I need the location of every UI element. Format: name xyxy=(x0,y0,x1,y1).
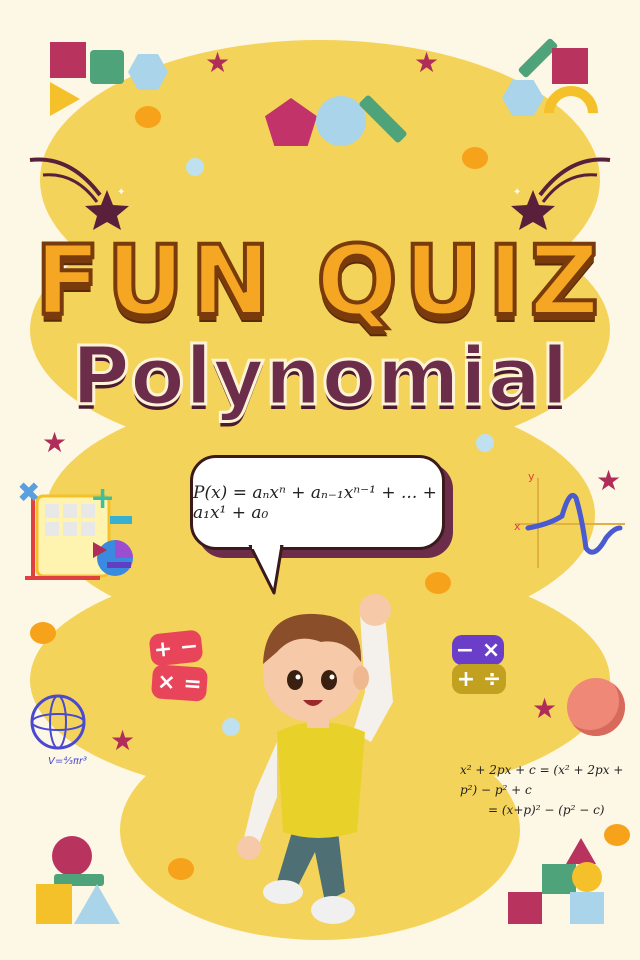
speech-bubble-tail xyxy=(248,545,284,595)
circle-shape-icon xyxy=(30,622,56,644)
star-icon: ★ xyxy=(110,724,136,757)
sphere-icon: V=⁴⁄₃πr³ xyxy=(30,694,87,767)
plus-divide-tile-icon: + ÷ xyxy=(452,664,506,694)
equation-line-2: = (x+p)² − (p² − c) xyxy=(488,803,605,817)
poster: ★ ★ ✦ ✦ FUN QUIZ Polynomial ★ ★ ✖ + y x … xyxy=(0,0,640,960)
shooting-star-icon: ✦ xyxy=(29,157,129,230)
cartoon-boy-illustration xyxy=(237,594,393,924)
circle-shape-icon xyxy=(425,572,451,594)
minus-times-tile-icon: − × xyxy=(452,635,504,665)
square-shape-icon xyxy=(570,892,604,924)
svg-text:✦: ✦ xyxy=(513,187,521,198)
graph-x-label: x xyxy=(514,520,521,533)
calculator-icon: ✖ + xyxy=(17,478,133,580)
svg-text:+: + xyxy=(90,481,115,516)
star-icon: ★ xyxy=(532,692,558,725)
circle-shape-icon xyxy=(476,434,494,452)
circle-shape-icon xyxy=(135,106,161,128)
completing-square-equation: x² + 2px + c = (x² + 2px + p²) − p² + c … xyxy=(460,760,635,820)
planet-ball-icon xyxy=(567,678,625,736)
equation-line-1: x² + 2px + c = (x² + 2px + p²) − p² + c xyxy=(460,763,624,797)
title-fun-quiz: FUN QUIZ xyxy=(33,223,606,339)
function-graph-icon: y x xyxy=(514,470,625,568)
speech-bubble: P(x) = aₙxⁿ + aₙ₋₁xⁿ⁻¹ + ... + a₁x¹ + a₀ xyxy=(190,455,445,550)
circle-shape-icon xyxy=(572,862,602,892)
circle-shape-icon xyxy=(168,858,194,880)
star-icon: ★ xyxy=(205,46,231,79)
title-polynomial: Polynomial xyxy=(70,329,570,425)
svg-text:✦: ✦ xyxy=(117,187,125,198)
sphere-volume-label: V=⁴⁄₃πr³ xyxy=(48,755,87,767)
circle-shape-icon xyxy=(186,158,204,176)
square-shape-icon xyxy=(36,884,72,924)
polynomial-formula: P(x) = aₙxⁿ + aₙ₋₁xⁿ⁻¹ + ... + a₁x¹ + a₀ xyxy=(193,482,437,523)
square-shape-icon xyxy=(552,48,588,84)
triangle-shape-icon xyxy=(74,884,120,924)
square-shape-icon xyxy=(90,50,124,84)
circle-shape-icon xyxy=(52,836,92,876)
square-shape-icon xyxy=(50,42,86,78)
circle-shape-icon xyxy=(462,147,488,169)
star-icon: ★ xyxy=(414,46,440,79)
triangle-shape-icon xyxy=(566,838,596,864)
square-shape-icon xyxy=(508,892,542,924)
square-shape-icon xyxy=(542,864,576,894)
shooting-star-icon: ✦ xyxy=(511,157,611,230)
plus-minus-tile-icon: + − xyxy=(148,629,204,667)
star-icon: ★ xyxy=(42,426,68,459)
graph-y-label: y xyxy=(528,470,535,483)
circle-shape-icon xyxy=(604,824,630,846)
times-equals-tile-icon: × = xyxy=(150,664,209,702)
svg-text:✖: ✖ xyxy=(17,478,40,509)
